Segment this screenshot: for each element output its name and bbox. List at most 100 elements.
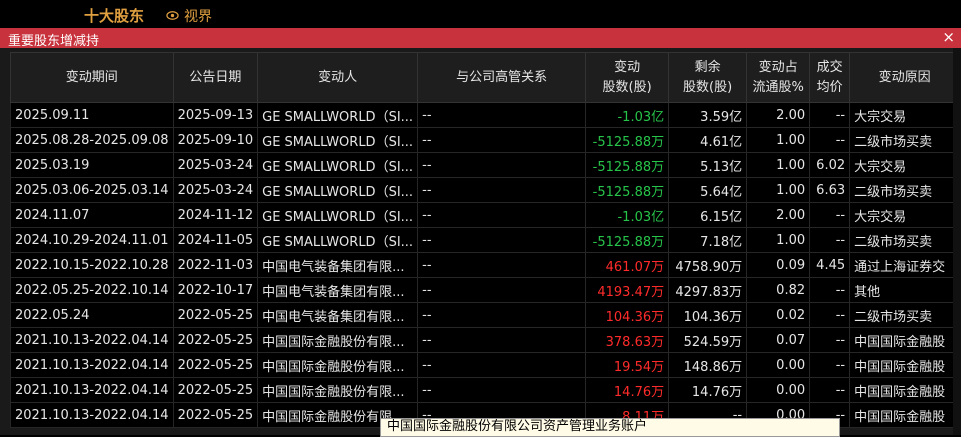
pct-cell: 2.00 xyxy=(746,202,811,228)
top-bar: 十大股东 视界 xyxy=(0,0,961,28)
column-header[interactable]: 变动原因 xyxy=(849,52,961,103)
column-header[interactable]: 公告日期 xyxy=(172,52,259,103)
price-cell: -- xyxy=(809,352,851,378)
panel-title: 重要股东增减持 xyxy=(8,34,100,49)
table-row[interactable]: 2022.05.24 2022-05-25 中国电气装备集团有限... -- 104.3… xyxy=(10,302,961,328)
pct-cell: 0.07 xyxy=(746,327,811,353)
table-row[interactable]: 2024.10.29-2024.11.01 2024-11-05 GE SMALLW… xyxy=(10,227,961,253)
remain-cell: 7.18亿 xyxy=(668,227,748,253)
date-cell: 2022-05-25 xyxy=(172,302,259,328)
relation-cell: -- xyxy=(417,227,587,253)
reason-cell: 二级市场买卖 xyxy=(849,177,961,203)
period-cell: 2024.10.29-2024.11.01 xyxy=(10,227,174,253)
column-header[interactable]: 变动占 流通股% xyxy=(746,52,811,103)
view-link[interactable]: 视界 xyxy=(184,6,212,26)
reason-cell: 中国国际金融股 xyxy=(849,377,961,403)
person-cell: 中国国际金融股份有限... xyxy=(257,327,419,353)
reason-cell: 二级市场买卖 xyxy=(849,227,961,253)
change-cell: -5125.88万 xyxy=(585,127,670,153)
column-header[interactable]: 成交 均价 xyxy=(809,52,851,103)
relation-cell: -- xyxy=(417,277,587,303)
table-row[interactable]: 2024.11.07 2024-11-12 GE SMALLWORLD（SI... -… xyxy=(10,202,961,228)
change-cell: -5125.88万 xyxy=(585,177,670,203)
change-cell: 14.76万 xyxy=(585,377,670,403)
column-header[interactable]: 与公司高管关系 xyxy=(417,52,587,103)
close-icon[interactable]: × xyxy=(942,28,955,46)
period-cell: 2022.10.15-2022.10.28 xyxy=(10,252,174,278)
remain-cell: 4297.83万 xyxy=(668,277,748,303)
remain-cell: 524.59万 xyxy=(668,327,748,353)
person-cell: 中国国际金融股份有限... xyxy=(257,377,419,403)
price-cell: -- xyxy=(809,377,851,403)
table-row[interactable]: 2025.08.28-2025.09.08 2025-09-10 GE SMALLW… xyxy=(10,127,961,153)
reason-cell: 大宗交易 xyxy=(849,202,961,228)
reason-cell: 中国国际金融股 xyxy=(849,402,961,428)
column-header-sublabel: 均价 xyxy=(816,79,843,95)
pct-cell: 1.00 xyxy=(746,227,811,253)
price-cell: -- xyxy=(809,227,851,253)
table-header: 变动期间 公告日期 变动人 与公司高管关系 变动 股数(股) 剩余 股数(股) 变动占 流通股% 成… xyxy=(10,52,961,103)
column-header[interactable]: 变动股数(股) xyxy=(585,52,670,103)
table-row[interactable]: 2021.10.13-2022.04.14 2022-05-25 中国国际金融股份有… xyxy=(10,327,961,353)
relation-cell: -- xyxy=(417,127,587,153)
table-row[interactable]: 2025.03.06-2025.03.14 2025-03-24 GE SMALLW… xyxy=(10,177,961,203)
reason-cell: 二级市场买卖 xyxy=(849,127,961,153)
person-cell: GE SMALLWORLD（SI... xyxy=(257,177,419,203)
pct-cell: 1.00 xyxy=(746,177,811,203)
change-cell: -1.03亿 xyxy=(585,102,670,128)
reason-cell: 中国国际金融股 xyxy=(849,327,961,353)
column-header-label: 变动期间 xyxy=(65,69,118,85)
scrollbar[interactable] xyxy=(953,48,961,435)
pct-cell: 0.02 xyxy=(746,302,811,328)
pct-cell: 0.00 xyxy=(746,377,811,403)
table-row[interactable]: 2021.10.13-2022.04.14 2022-05-25 中国国际金融股份有… xyxy=(10,352,961,378)
shareholder-change-table: 变动期间 公告日期 变动人 与公司高管关系 变动 股数(股) 剩余 股数(股) 变动占 流通股% 成… xyxy=(10,52,961,428)
table-row[interactable]: 2022.05.25-2022.10.14 2022-10-17 中国电气装备集团有… xyxy=(10,277,961,303)
column-header-label: 公告日期 xyxy=(189,69,242,85)
date-cell: 2025-03-24 xyxy=(172,152,259,178)
table-row[interactable]: 2022.10.15-2022.10.28 2022-11-03 中国电气装备集团有… xyxy=(10,252,961,278)
table-row[interactable]: 2025.09.11 2025-09-13 GE SMALLWORLD（SI... -… xyxy=(10,102,961,128)
pct-cell: 1.00 xyxy=(746,127,811,153)
column-header[interactable]: 剩余 股数(股) xyxy=(668,52,748,103)
column-header[interactable]: 变动人 xyxy=(257,52,419,103)
remain-cell: 14.76万 xyxy=(668,377,748,403)
price-cell: 4.45 xyxy=(809,252,851,278)
column-header-label: 变动 xyxy=(614,59,641,75)
remain-cell: 5.64亿 xyxy=(668,177,748,203)
person-cell: GE SMALLWORLD（SI... xyxy=(257,202,419,228)
pct-cell: 0.00 xyxy=(746,352,811,378)
change-cell: 19.54万 xyxy=(585,352,670,378)
eye-icon[interactable] xyxy=(166,9,179,22)
column-header-sublabel: 股数(股) xyxy=(602,79,652,95)
reason-cell: 大宗交易 xyxy=(849,102,961,128)
price-cell: -- xyxy=(809,102,851,128)
column-header[interactable]: 变动期间 xyxy=(10,52,174,103)
reason-cell: 大宗交易 xyxy=(849,152,961,178)
person-cell: 中国电气装备集团有限... xyxy=(257,277,419,303)
table-row[interactable]: 2025.03.19 2025-03-24 GE SMALLWORLD（SI... -… xyxy=(10,152,961,178)
price-cell: -- xyxy=(809,327,851,353)
column-header-label: 与公司高管关系 xyxy=(456,69,548,85)
table-row[interactable]: 2021.10.13-2022.04.14 2022-05-25 中国国际金融股份有… xyxy=(10,377,961,403)
date-cell: 2024-11-05 xyxy=(172,227,259,253)
period-cell: 2025.09.11 xyxy=(10,102,174,128)
price-cell: -- xyxy=(809,202,851,228)
date-cell: 2025-09-13 xyxy=(172,102,259,128)
period-cell: 2022.05.25-2022.10.14 xyxy=(10,277,174,303)
pct-cell: 0.09 xyxy=(746,252,811,278)
column-header-label: 变动占 xyxy=(758,59,798,75)
relation-cell: -- xyxy=(417,252,587,278)
date-cell: 2022-05-25 xyxy=(172,377,259,403)
relation-cell: -- xyxy=(417,327,587,353)
remain-cell: 148.86万 xyxy=(668,352,748,378)
tab-top-ten-shareholders[interactable]: 十大股东 xyxy=(84,5,144,26)
period-cell: 2022.05.24 xyxy=(10,302,174,328)
period-cell: 2021.10.13-2022.04.14 xyxy=(10,327,174,353)
price-cell: 6.02 xyxy=(809,152,851,178)
person-cell: GE SMALLWORLD（SI... xyxy=(257,152,419,178)
person-cell: 中国国际金融股份有限... xyxy=(257,352,419,378)
period-cell: 2024.11.07 xyxy=(10,202,174,228)
change-cell: -5125.88万 xyxy=(585,152,670,178)
column-header-label: 剩余 xyxy=(694,59,721,75)
